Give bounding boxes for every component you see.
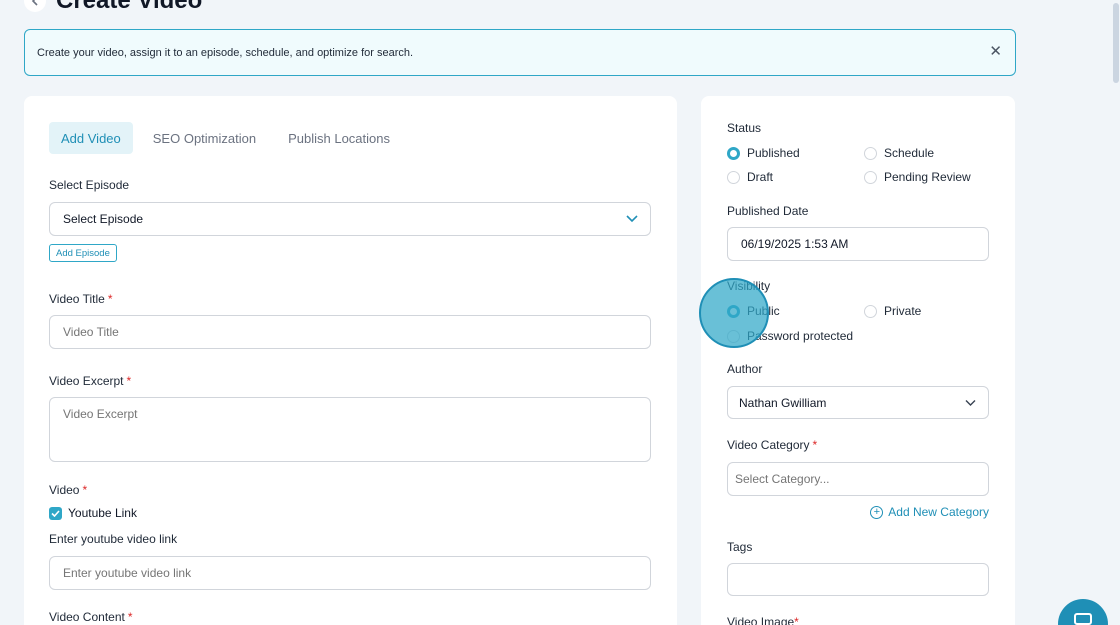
checkmark-icon <box>51 509 60 517</box>
form-tabs: Add Video SEO Optimization Publish Locat… <box>49 122 410 154</box>
video-form-card: Add Video SEO Optimization Publish Locat… <box>24 96 677 625</box>
video-label-text: Video <box>49 483 80 497</box>
video-content-label-text: Video Content <box>49 610 125 624</box>
add-new-category-button[interactable]: + Add New Category <box>870 505 989 519</box>
episode-select-value: Select Episode <box>63 212 144 226</box>
visibility-option-private[interactable]: Private <box>864 304 921 318</box>
required-mark: * <box>794 615 799 625</box>
status-label: Status <box>727 121 762 135</box>
radio-draft[interactable] <box>727 170 740 184</box>
video-title-input[interactable] <box>49 315 651 349</box>
tab-publish-locations[interactable]: Publish Locations <box>276 122 402 154</box>
visibility-option-label: Private <box>884 304 922 318</box>
video-label: Video * <box>49 483 87 497</box>
back-button[interactable] <box>24 0 46 12</box>
tags-input[interactable] <box>727 563 989 596</box>
required-mark: * <box>812 438 818 452</box>
status-option-label: Pending Review <box>884 170 971 184</box>
radio-published[interactable] <box>727 146 740 160</box>
visibility-option-label: Password protected <box>747 329 854 343</box>
video-category-label-text: Video Category <box>727 438 810 452</box>
status-option-label: Draft <box>747 170 774 184</box>
video-title-label-text: Video Title <box>49 292 105 306</box>
add-new-category-label: Add New Category <box>888 505 989 519</box>
publish-settings-card: Status Published Schedule Draft Pending … <box>701 96 1015 625</box>
tags-label: Tags <box>727 540 753 554</box>
video-excerpt-label-text: Video Excerpt <box>49 374 124 388</box>
youtube-field-label: Enter youtube video link <box>49 532 178 546</box>
youtube-link-checkbox-label: Youtube Link <box>68 506 137 520</box>
video-excerpt-label: Video Excerpt * <box>49 374 131 388</box>
video-image-label-text: Video Image <box>727 615 795 625</box>
status-option-label: Published <box>747 146 800 160</box>
video-excerpt-textarea[interactable] <box>49 397 651 462</box>
youtube-link-input[interactable] <box>49 556 651 590</box>
status-option-label: Schedule <box>884 146 935 160</box>
episode-select[interactable]: Select Episode <box>49 202 651 236</box>
chevron-left-icon <box>31 0 38 6</box>
chat-icon <box>1074 613 1092 625</box>
author-select[interactable]: Nathan Gwilliam <box>727 386 989 419</box>
chat-button[interactable] <box>1058 599 1108 625</box>
required-mark: * <box>126 374 132 388</box>
visibility-option-label: Public <box>747 304 780 318</box>
chevron-down-icon <box>626 215 638 223</box>
radio-schedule[interactable] <box>864 146 877 160</box>
scrollbar-thumb[interactable] <box>1113 3 1119 83</box>
episode-label: Select Episode <box>49 178 130 192</box>
required-mark: * <box>107 292 113 306</box>
video-category-input[interactable] <box>727 462 989 496</box>
status-option-schedule[interactable]: Schedule <box>864 146 934 160</box>
page-title: Create Video <box>56 0 203 14</box>
status-option-pending-review[interactable]: Pending Review <box>864 170 971 184</box>
youtube-link-checkbox[interactable] <box>49 506 62 520</box>
required-mark: * <box>82 483 88 497</box>
page-header: Create Video <box>24 0 202 16</box>
published-date-input[interactable]: 06/19/2025 1:53 AM <box>727 227 989 261</box>
radio-password-protected[interactable] <box>727 329 740 343</box>
page-scrollbar[interactable] <box>1112 0 1120 625</box>
status-option-published[interactable]: Published <box>727 146 800 160</box>
close-icon[interactable]: ✕ <box>989 42 1002 62</box>
required-mark: * <box>127 610 133 624</box>
chevron-down-icon <box>965 399 976 406</box>
published-date-value: 06/19/2025 1:53 AM <box>741 237 849 251</box>
tab-seo-optimization[interactable]: SEO Optimization <box>141 122 268 154</box>
info-banner-text: Create your video, assign it to an episo… <box>37 46 414 59</box>
author-select-value: Nathan Gwilliam <box>739 395 827 410</box>
status-option-draft[interactable]: Draft <box>727 170 773 184</box>
published-date-label: Published Date <box>727 204 809 218</box>
video-content-label: Video Content * <box>49 610 133 624</box>
plus-circle-icon: + <box>870 505 884 519</box>
visibility-option-public[interactable]: Public <box>727 304 780 318</box>
video-image-label: Video Image* <box>727 615 799 625</box>
radio-pending-review[interactable] <box>864 170 877 184</box>
info-banner: Create your video, assign it to an episo… <box>24 29 1016 76</box>
author-label: Author <box>727 362 763 376</box>
youtube-link-checkbox-row[interactable]: Youtube Link <box>49 506 137 520</box>
add-episode-button[interactable]: Add Episode <box>49 244 117 262</box>
video-title-label: Video Title * <box>49 292 113 306</box>
visibility-option-password-protected[interactable]: Password protected <box>727 329 853 343</box>
radio-private[interactable] <box>864 304 877 318</box>
video-category-label: Video Category * <box>727 438 817 452</box>
visibility-label: Visibility <box>727 279 771 293</box>
tab-add-video[interactable]: Add Video <box>49 122 133 154</box>
radio-public[interactable] <box>727 304 740 318</box>
